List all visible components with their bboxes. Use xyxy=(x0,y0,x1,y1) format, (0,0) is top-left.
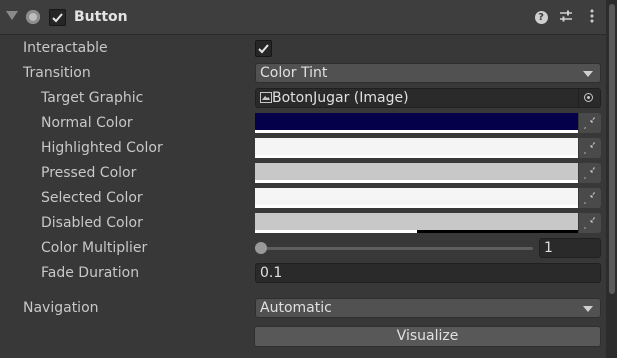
transition-value: Color Tint xyxy=(260,65,328,81)
eyedropper-icon[interactable] xyxy=(579,213,601,233)
transition-label: Transition xyxy=(23,65,91,81)
target-graphic-label: Target Graphic xyxy=(41,90,144,106)
normal-color-swatch[interactable] xyxy=(255,113,578,133)
dropdown-arrow-icon xyxy=(583,306,593,312)
image-icon xyxy=(260,92,272,103)
selected-color-swatch[interactable] xyxy=(255,188,578,208)
target-graphic-value: BotonJugar (Image) xyxy=(260,90,409,106)
fade-duration-input[interactable]: 0.1 xyxy=(255,263,601,283)
component-enabled-checkbox[interactable] xyxy=(49,9,66,26)
selected-color-label: Selected Color xyxy=(41,190,143,206)
interactable-label: Interactable xyxy=(23,40,108,56)
kebab-menu-icon[interactable] xyxy=(584,9,600,25)
highlighted-color-field[interactable] xyxy=(255,138,601,158)
navigation-value: Automatic xyxy=(260,300,332,316)
navigation-label: Navigation xyxy=(23,300,99,316)
scrollbar-thumb[interactable] xyxy=(609,4,615,294)
checkmark-icon xyxy=(258,44,269,54)
checkmark-icon xyxy=(52,13,63,23)
component-icon xyxy=(26,10,40,24)
disabled-color-swatch[interactable] xyxy=(255,213,578,233)
eyedropper-icon[interactable] xyxy=(579,113,601,133)
target-graphic-field[interactable]: BotonJugar (Image) xyxy=(255,88,601,108)
foldout-arrow-icon[interactable] xyxy=(6,11,18,20)
highlighted-color-label: Highlighted Color xyxy=(41,140,163,156)
component-header[interactable]: Button ? xyxy=(0,0,606,35)
component-title: Button xyxy=(74,9,128,25)
color-multiplier-input[interactable]: 1 xyxy=(539,238,601,258)
pressed-color-swatch[interactable] xyxy=(255,163,578,183)
interactable-checkbox[interactable] xyxy=(255,40,272,57)
color-multiplier-value: 1 xyxy=(544,240,553,256)
eyedropper-icon[interactable] xyxy=(579,138,601,158)
normal-color-label: Normal Color xyxy=(41,115,133,131)
help-icon[interactable]: ? xyxy=(533,9,549,25)
disabled-color-field[interactable] xyxy=(255,213,601,233)
visualize-button[interactable]: Visualize xyxy=(254,326,601,347)
transition-dropdown[interactable]: Color Tint xyxy=(255,63,601,83)
selected-color-field[interactable] xyxy=(255,188,601,208)
slider-thumb[interactable] xyxy=(255,242,267,254)
fade-duration-label: Fade Duration xyxy=(41,265,140,281)
disabled-color-label: Disabled Color xyxy=(41,215,143,231)
highlighted-color-swatch[interactable] xyxy=(255,138,578,158)
color-multiplier-label: Color Multiplier xyxy=(41,240,148,256)
preset-icon[interactable] xyxy=(558,9,574,25)
object-picker-icon[interactable] xyxy=(578,89,599,107)
pressed-color-label: Pressed Color xyxy=(41,165,137,181)
fade-duration-value: 0.1 xyxy=(260,265,283,281)
eyedropper-icon[interactable] xyxy=(579,188,601,208)
color-multiplier-slider[interactable] xyxy=(261,247,533,250)
navigation-dropdown[interactable]: Automatic xyxy=(255,298,601,318)
pressed-color-field[interactable] xyxy=(255,163,601,183)
eyedropper-icon[interactable] xyxy=(579,163,601,183)
normal-color-field[interactable] xyxy=(255,113,601,133)
dropdown-arrow-icon xyxy=(583,71,593,77)
